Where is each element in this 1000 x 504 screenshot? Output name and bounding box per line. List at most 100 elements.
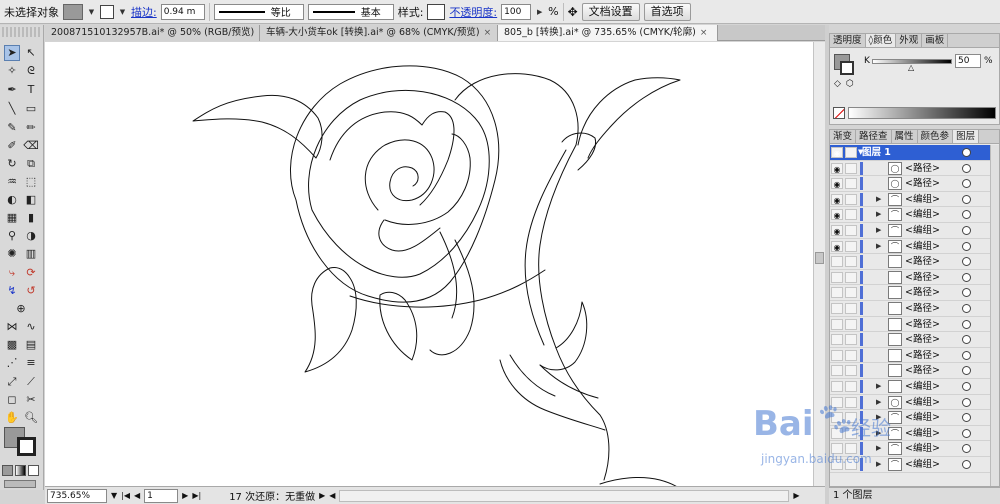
lock-toggle[interactable] [845, 162, 857, 174]
expand-arrow-icon[interactable]: ▶ [876, 207, 881, 222]
envelope-tool-icon[interactable]: ⋈ [4, 319, 20, 335]
target-icon[interactable] [962, 257, 971, 267]
graphic-style-swatch[interactable] [427, 3, 446, 20]
warp-tool-icon[interactable]: ♒ [4, 174, 20, 190]
target-icon[interactable] [962, 350, 971, 360]
recolor-artwork-icon[interactable]: ✥ [568, 5, 578, 19]
opacity-label-link[interactable]: 不透明度: [449, 4, 497, 20]
expand-arrow-icon[interactable]: ▶ [876, 426, 881, 441]
stroke-swatch-icon[interactable] [17, 437, 36, 456]
artboard-rect-tool-icon[interactable]: ◻ [4, 392, 20, 408]
fill-color-swatch[interactable] [63, 3, 83, 20]
stroke-weight-field[interactable]: 0.94 m [160, 3, 205, 20]
zoom-tool-alt-icon[interactable]: ↺ [23, 283, 39, 299]
prev-artboard-icon[interactable]: ◀ [134, 491, 140, 500]
lock-toggle[interactable] [845, 209, 857, 221]
paintbrush-tool-icon[interactable]: ✎ [4, 120, 20, 136]
eye-icon[interactable] [831, 396, 843, 408]
target-icon[interactable] [962, 397, 971, 407]
pencil-tool-icon[interactable]: ✏ [23, 120, 39, 136]
eye-icon[interactable] [831, 271, 843, 283]
tab-transparency[interactable]: 透明度 [830, 34, 866, 47]
color-spectrum-bar[interactable] [848, 107, 996, 119]
eye-icon[interactable] [831, 303, 843, 314]
brush-definition[interactable]: 基本 [307, 3, 394, 20]
stroke-dropdown-icon[interactable]: ▼ [118, 4, 127, 20]
layer-row[interactable]: ◉ ◯ <路径> [830, 161, 999, 177]
layer-row[interactable]: ▶ ⌒ <编组> [830, 410, 999, 426]
layer-row[interactable]: <路径> [830, 285, 999, 301]
tab-color[interactable]: ◊颜色 [865, 34, 897, 47]
document-setup-button[interactable]: 文档设置 [581, 2, 640, 21]
layer-row[interactable]: ◉ ▶ ⌒ <编组> [830, 192, 999, 208]
tab-gradient[interactable]: 渐变 [830, 130, 857, 143]
lock-toggle[interactable] [845, 256, 857, 268]
free-transform-tool-icon[interactable]: ⬚ [23, 174, 39, 190]
eye-icon[interactable] [831, 365, 843, 377]
blend-tool-icon[interactable]: ◑ [23, 228, 39, 244]
artboard-number-field[interactable]: 1 [144, 488, 179, 503]
eye-icon[interactable] [831, 427, 843, 439]
target-icon[interactable] [962, 163, 971, 173]
expand-arrow-icon[interactable]: ▶ [876, 223, 881, 238]
last-artboard-icon[interactable]: ▶| [192, 491, 201, 500]
zoom-field[interactable]: 735.65% [47, 488, 107, 503]
lock-toggle[interactable] [845, 303, 857, 314]
rotate-tool-icon[interactable]: ↻ [4, 156, 20, 172]
eye-icon[interactable] [831, 318, 843, 330]
eyedropper-tool-icon[interactable]: ⚲ [4, 228, 20, 244]
target-icon[interactable] [962, 319, 971, 329]
lock-toggle[interactable] [845, 193, 857, 205]
target-icon[interactable] [962, 460, 971, 469]
tab-attributes[interactable]: 属性 [892, 130, 918, 143]
lock-toggle[interactable] [845, 427, 857, 439]
stroke-color-swatch[interactable] [100, 4, 114, 19]
horizontal-scrollbar[interactable] [339, 489, 790, 502]
symbol-sprayer-tool-icon[interactable]: ✺ [4, 246, 20, 262]
next-artboard-icon[interactable]: ▶ [182, 491, 188, 500]
stroke-label-link[interactable]: 描边: [131, 4, 157, 20]
k-slider-handle-icon[interactable]: △ [908, 63, 914, 72]
doc-tab-2[interactable]: 车辆-大小货车ok [转换].ai* @ 68% (CMYK/预览) × [260, 25, 498, 41]
layer-row[interactable]: <路径> [830, 332, 999, 348]
lock-toggle[interactable] [845, 318, 857, 330]
k-value-field[interactable]: 50 [955, 54, 981, 68]
pen-tool-icon[interactable]: ✒ [4, 82, 20, 98]
selection-tool-icon[interactable]: ➤ [4, 45, 20, 61]
lock-toggle[interactable] [845, 365, 857, 377]
hscroll-right-icon[interactable]: ▶ [793, 491, 799, 500]
eye-icon[interactable] [831, 256, 843, 268]
eraser-tool-icon[interactable]: ⌫ [23, 138, 39, 154]
opacity-field[interactable]: 100 [501, 3, 532, 20]
lock-toggle[interactable] [845, 396, 857, 408]
artboard-canvas[interactable] [45, 42, 813, 486]
cube-icon[interactable]: ⬡ [846, 79, 854, 89]
gradient-tool-icon[interactable]: ▮ [23, 210, 39, 226]
lock-toggle[interactable] [845, 271, 857, 283]
layer-row[interactable]: ◉ ▶ ⌒ <编组> [830, 207, 999, 223]
none-mode-icon[interactable] [28, 465, 39, 476]
layer-row[interactable]: ◉ ◯ <路径> [830, 176, 999, 192]
layer-row-layer1[interactable]: ◉ ▼ 图层 1 [830, 145, 999, 161]
target-icon[interactable] [962, 413, 971, 423]
scale-tool-icon[interactable]: ⧉ [23, 156, 39, 172]
zoom-dropdown-icon[interactable]: ▼ [111, 491, 117, 500]
doc-tab-3-active[interactable]: 805_b [转换].ai* @ 735.65% (CMYK/轮廓) × [498, 25, 718, 41]
lock-toggle[interactable] [845, 412, 857, 424]
preferences-button[interactable]: 首选项 [643, 2, 691, 21]
list-tool-icon[interactable]: ≡ [23, 355, 39, 371]
eye-icon[interactable]: ◉ [831, 193, 843, 205]
target-icon[interactable] [962, 210, 971, 220]
zoom-tool-icon[interactable]: 🔍︎ [23, 410, 39, 426]
layer-row[interactable]: <路径> [830, 254, 999, 270]
eye-icon[interactable]: ◉ [831, 178, 843, 190]
status-menu-icon[interactable]: ▶ [319, 491, 325, 500]
target-icon[interactable] [962, 148, 971, 157]
close-icon[interactable]: × [700, 28, 708, 38]
lock-toggle[interactable] [845, 349, 857, 361]
target-icon[interactable] [962, 272, 971, 282]
expand-arrow-icon[interactable]: ▶ [876, 379, 881, 394]
target-icon[interactable] [962, 382, 971, 391]
expand-arrow-icon[interactable]: ▶ [876, 410, 881, 425]
eye-icon[interactable]: ◉ [831, 147, 843, 158]
